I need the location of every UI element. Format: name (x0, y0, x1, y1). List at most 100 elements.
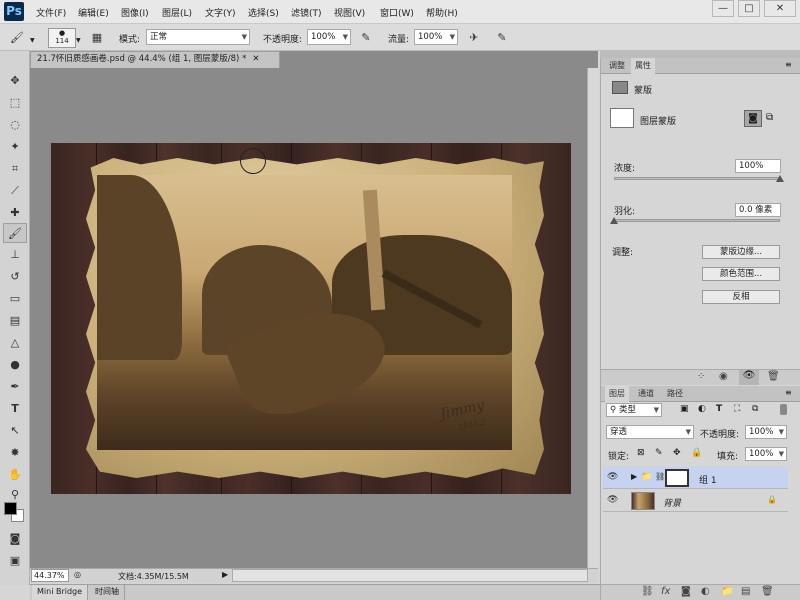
close-button[interactable]: ✕ (764, 0, 796, 17)
type-tool-icon[interactable]: T (3, 399, 27, 419)
feather-slider-track[interactable] (614, 219, 780, 222)
lock-transparency-icon[interactable]: ⊠ (637, 448, 645, 458)
path-select-tool-icon[interactable]: ↖ (3, 421, 27, 441)
filter-pixel-icon[interactable]: ▣ (680, 404, 689, 414)
tab-mini-bridge[interactable]: Mini Bridge (32, 585, 89, 600)
tab-timeline[interactable]: 时间轴 (90, 585, 125, 600)
tab-channels[interactable]: 通道 (634, 386, 658, 402)
menu-view[interactable]: 视图(V) (334, 6, 365, 19)
expand-arrow-icon[interactable]: ▶ (631, 472, 637, 481)
healing-brush-tool-icon[interactable]: ✚ (3, 203, 27, 223)
mask-edge-button[interactable]: 蒙版边缘... (702, 245, 780, 259)
clone-stamp-tool-icon[interactable]: ⊥ (3, 245, 27, 265)
menu-select[interactable]: 选择(S) (248, 6, 279, 19)
load-selection-icon[interactable]: ⁘ (697, 371, 705, 382)
layer-row-group-1[interactable]: 👁 ▶ 📁 ⛓ 组 1 (603, 467, 788, 489)
brush-dropdown-icon[interactable]: ▼ (76, 37, 81, 44)
eyedropper-tool-icon[interactable]: ⟋ (3, 181, 27, 201)
density-slider-thumb[interactable] (776, 175, 784, 182)
feather-input[interactable]: 0.0 像素 (735, 203, 781, 217)
brush-preset-picker[interactable]: ● 114 (48, 28, 76, 48)
foreground-color-swatch[interactable] (4, 502, 17, 515)
fill-input[interactable]: 100% ▼ (745, 447, 787, 461)
menu-edit[interactable]: 编辑(E) (78, 6, 109, 19)
zoom-level-field[interactable]: 44.37% (31, 569, 69, 582)
adjustment-layer-icon[interactable]: ◐ (701, 586, 710, 597)
tab-properties[interactable]: 属性 (631, 58, 655, 74)
screen-mode-icon[interactable]: ▣ (3, 551, 27, 571)
delete-layer-icon[interactable]: 🗑 (761, 586, 774, 597)
tab-layers[interactable]: 图层 (605, 386, 629, 402)
new-group-icon[interactable]: 📁 (721, 586, 733, 597)
color-range-button[interactable]: 颜色范围... (702, 267, 780, 281)
filter-type-icon[interactable]: T (716, 404, 722, 414)
history-brush-tool-icon[interactable]: ↺ (3, 267, 27, 287)
layers-panel-menu-icon[interactable]: ≡ (785, 388, 792, 397)
delete-mask-icon[interactable]: 🗑 (767, 371, 780, 382)
layer-mask-thumbnail[interactable] (665, 469, 689, 487)
quick-mask-icon[interactable]: ◙ (3, 529, 27, 549)
layer-style-icon[interactable]: fx (661, 586, 670, 597)
horizontal-scrollbar[interactable] (232, 569, 588, 582)
airbrush-icon[interactable]: ✈ (465, 29, 483, 46)
layer-row-background[interactable]: 👁 背景 🔒 (603, 490, 788, 512)
tab-adjustments[interactable]: 调整 (605, 58, 629, 74)
density-input[interactable]: 100% (735, 159, 781, 173)
filter-shape-icon[interactable]: ⛶ (734, 404, 740, 414)
brush-tool-icon[interactable]: 🖌 (8, 29, 26, 46)
menu-window[interactable]: 窗口(W) (380, 6, 414, 19)
status-arrow-icon[interactable]: ▶ (222, 570, 228, 579)
blend-mode-select[interactable]: 穿透 ▼ (606, 425, 694, 439)
pressure-opacity-icon[interactable]: ✎ (357, 29, 375, 46)
new-layer-icon[interactable]: ▤ (741, 586, 750, 597)
invert-button[interactable]: 反相 (702, 290, 780, 304)
lasso-tool-icon[interactable]: ◌ (3, 115, 27, 135)
layer-opacity-input[interactable]: 100% ▼ (745, 425, 787, 439)
view-previous-icon[interactable]: ◉ (719, 371, 728, 382)
vertical-scrollbar[interactable] (587, 68, 598, 568)
lock-pixels-icon[interactable]: ✎ (655, 448, 663, 458)
gradient-tool-icon[interactable]: ▤ (3, 311, 27, 331)
menu-filter[interactable]: 滤镜(T) (291, 6, 322, 19)
pen-tool-icon[interactable]: ✒ (3, 377, 27, 397)
filter-adjustment-icon[interactable]: ◐ (698, 404, 706, 414)
move-tool-icon[interactable]: ✥ (3, 71, 27, 91)
marquee-tool-icon[interactable]: ⬚ (3, 93, 27, 113)
select-pixel-mask-icon[interactable]: ◙ (744, 110, 762, 127)
brush-panel-toggle-icon[interactable]: ▦ (88, 29, 106, 46)
toggle-visibility-icon[interactable]: 👁 (739, 370, 759, 385)
status-menu-icon[interactable]: ◎ (74, 570, 81, 579)
menu-file[interactable]: 文件(F) (36, 6, 66, 19)
layer-filter-select[interactable]: ⚲ 类型 ▼ (606, 403, 662, 417)
panel-menu-icon[interactable]: ≡ (785, 60, 792, 69)
eye-icon[interactable]: 👁 (607, 472, 618, 482)
filter-smart-object-icon[interactable]: ⧉ (752, 404, 758, 414)
eye-icon[interactable]: 👁 (607, 495, 618, 505)
crop-tool-icon[interactable]: ⌗ (3, 159, 27, 179)
menu-image[interactable]: 图像(I) (121, 6, 149, 19)
menu-type[interactable]: 文字(Y) (205, 6, 236, 19)
feather-slider-thumb[interactable] (610, 217, 618, 224)
lock-position-icon[interactable]: ✥ (673, 448, 681, 458)
flow-input[interactable]: 100% ▼ (414, 29, 458, 45)
quick-select-tool-icon[interactable]: ✦ (3, 137, 27, 157)
link-layers-icon[interactable]: ⛓ (641, 586, 654, 597)
tab-paths[interactable]: 路径 (663, 386, 687, 402)
custom-shape-tool-icon[interactable]: ✸ (3, 443, 27, 463)
pressure-size-icon[interactable]: ✎ (493, 29, 511, 46)
density-slider-track[interactable] (614, 177, 780, 180)
mode-select[interactable]: 正常 ▼ (146, 29, 250, 45)
vector-mask-icon[interactable]: ⧉ (766, 112, 773, 123)
filter-toggle[interactable] (780, 404, 787, 415)
close-tab-icon[interactable]: ✕ (252, 54, 259, 64)
minimize-button[interactable]: — (712, 0, 734, 17)
hand-tool-icon[interactable]: ✋ (3, 465, 27, 485)
menu-layer[interactable]: 图层(L) (162, 6, 192, 19)
add-mask-icon[interactable]: ◙ (681, 586, 691, 597)
blur-tool-icon[interactable]: △ (3, 333, 27, 353)
eraser-tool-icon[interactable]: ▭ (3, 289, 27, 309)
document-tab[interactable]: 21.7怀旧质感画卷.psd @ 44.4% (组 1, 图层蒙版/8) * ✕ (30, 51, 280, 68)
maximize-button[interactable]: □ (738, 0, 760, 17)
link-icon[interactable]: ⛓ (655, 472, 665, 481)
brush-tool-icon[interactable]: 🖌 (3, 223, 27, 243)
